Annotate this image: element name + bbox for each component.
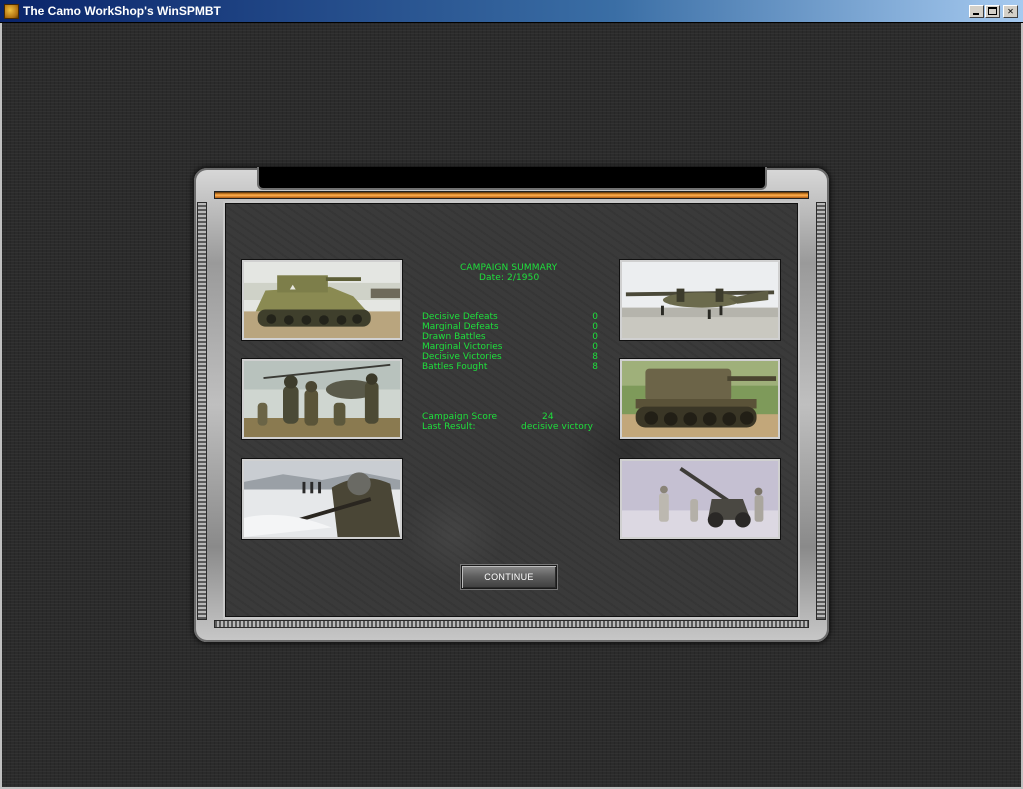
stat-row-marginal-victories: Marginal Victories 0 bbox=[422, 342, 600, 352]
stat-value: 0 bbox=[592, 322, 598, 332]
stat-value: 8 bbox=[592, 352, 598, 362]
photo-self-propelled-gun bbox=[242, 260, 402, 340]
minimize-icon bbox=[973, 13, 979, 15]
window-titlebar[interactable]: The Camo WorkShop's WinSPMBT ✕ bbox=[0, 0, 1023, 23]
stat-row-decisive-defeats: Decisive Defeats 0 bbox=[422, 312, 600, 322]
stat-value: 0 bbox=[592, 332, 598, 342]
stat-row-marginal-defeats: Marginal Defeats 0 bbox=[422, 322, 600, 332]
close-icon: ✕ bbox=[1007, 6, 1014, 17]
stat-label: Marginal Defeats bbox=[422, 322, 499, 332]
stat-row-battles-fought: Battles Fought 8 bbox=[422, 362, 600, 372]
photo-tracked-artillery bbox=[620, 359, 780, 439]
maximize-icon bbox=[988, 7, 997, 15]
stat-value: 8 bbox=[592, 362, 598, 372]
panel-right-rail bbox=[816, 202, 826, 620]
campaign-score-label: Campaign Score bbox=[422, 412, 498, 422]
stat-value: 0 bbox=[592, 342, 598, 352]
stat-row-decisive-victories: Decisive Victories 8 bbox=[422, 352, 600, 362]
last-result-value: decisive victory bbox=[521, 422, 594, 432]
photo-winter-soldier bbox=[242, 459, 402, 539]
panel-left-rail bbox=[197, 202, 207, 620]
photo-howitzer-crew bbox=[620, 459, 780, 539]
panel-bottom-rail bbox=[214, 620, 809, 628]
maximize-button[interactable] bbox=[985, 5, 1000, 18]
stat-label: Drawn Battles bbox=[422, 332, 486, 342]
app-icon[interactable] bbox=[4, 4, 19, 19]
stat-label: Decisive Defeats bbox=[422, 312, 498, 322]
summary-title: CAMPAIGN SUMMARY bbox=[460, 263, 558, 273]
photo-soldiers-helicopter bbox=[242, 359, 402, 439]
stat-row-drawn-battles: Drawn Battles 0 bbox=[422, 332, 600, 342]
stat-label: Marginal Victories bbox=[422, 342, 503, 352]
campaign-score-value: 24 bbox=[542, 412, 554, 422]
stat-label: Battles Fought bbox=[422, 362, 488, 372]
stat-value: 0 bbox=[592, 312, 598, 322]
panel-accent-bar bbox=[214, 191, 809, 199]
minimize-button[interactable] bbox=[969, 5, 984, 18]
continue-button[interactable]: CONTINUE bbox=[461, 565, 557, 589]
panel-title-slot bbox=[257, 167, 767, 190]
window-title: The Camo WorkShop's WinSPMBT bbox=[23, 4, 221, 18]
close-button[interactable]: ✕ bbox=[1003, 5, 1018, 18]
last-result-label: Last Result: bbox=[422, 422, 476, 432]
stat-label: Decisive Victories bbox=[422, 352, 502, 362]
summary-date: Date: 2/1950 bbox=[479, 273, 540, 283]
photo-cargo-plane bbox=[620, 260, 780, 340]
